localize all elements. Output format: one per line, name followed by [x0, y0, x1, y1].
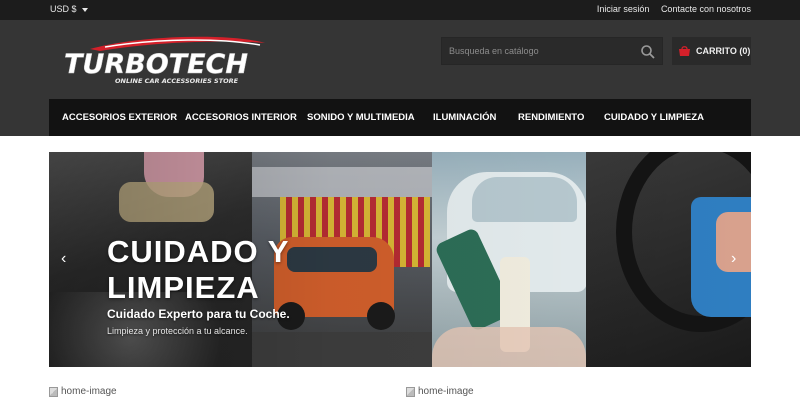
slider-next-button[interactable]: › [731, 250, 736, 268]
chevron-left-icon: ‹ [61, 250, 67, 267]
top-links: Iniciar sesión Contacte con nosotros [588, 4, 751, 14]
logo[interactable]: TURBOTECH ONLINE CAR ACCESSORIES STORE [60, 35, 270, 85]
home-image-alt: home-image [418, 386, 474, 397]
nav-item-sonido-multimedia[interactable]: SONIDO Y MULTIMEDIA [307, 112, 415, 123]
hero-slider[interactable]: ‹ › CUIDADO Y LIMPIEZA Cuidado Experto p… [49, 152, 751, 367]
nav-item-cuidado-limpieza[interactable]: CUIDADO Y LIMPIEZA [604, 112, 704, 123]
nav-item-accesorios-exterior[interactable]: ACCESORIOS EXTERIOR [62, 112, 177, 123]
slide-title-line1: CUIDADO Y [107, 234, 290, 269]
shopping-bag-icon [679, 46, 690, 56]
nav-item-rendimiento[interactable]: RENDIMIENTO [518, 112, 584, 123]
search-box [441, 37, 663, 65]
chevron-right-icon: › [731, 250, 737, 267]
nav-item-iluminacion[interactable]: ILUMINACIÓN [433, 112, 496, 123]
cart-label: CARRITO (0) [696, 46, 751, 56]
top-bar: USD $ Iniciar sesión Contacte con nosotr… [0, 0, 800, 20]
search-input[interactable] [442, 38, 632, 64]
login-link[interactable]: Iniciar sesión [597, 4, 650, 14]
cart-button[interactable]: CARRITO (0) [672, 37, 751, 65]
slider-prev-button[interactable]: ‹ [61, 250, 66, 268]
home-image-alt: home-image [61, 386, 117, 397]
slide-title-line2: LIMPIEZA [107, 270, 260, 305]
logo-tagline: ONLINE CAR ACCESSORIES STORE [115, 77, 239, 85]
caret-down-icon [81, 7, 88, 12]
broken-image-icon [406, 386, 415, 397]
currency-label: USD $ [50, 4, 77, 14]
home-image-left[interactable]: home-image [49, 386, 117, 397]
slide-subtitle: Cuidado Experto para tu Coche. [107, 307, 290, 321]
currency-selector[interactable]: USD $ [50, 4, 88, 14]
slide-description: Limpieza y protección a tu alcance. [107, 326, 248, 336]
logo-text: TURBOTECH [64, 49, 248, 80]
home-image-right[interactable]: home-image [406, 386, 474, 397]
broken-image-icon [49, 386, 58, 397]
logo-graphic: TURBOTECH ONLINE CAR ACCESSORIES STORE [64, 36, 265, 85]
main-nav: ACCESORIOS EXTERIOR ACCESORIOS INTERIOR … [49, 99, 751, 136]
search-icon[interactable] [640, 44, 656, 60]
contact-link[interactable]: Contacte con nosotros [661, 4, 751, 14]
slide-title: CUIDADO Y LIMPIEZA [107, 234, 289, 306]
nav-item-accesorios-interior[interactable]: ACCESORIOS INTERIOR [185, 112, 297, 123]
